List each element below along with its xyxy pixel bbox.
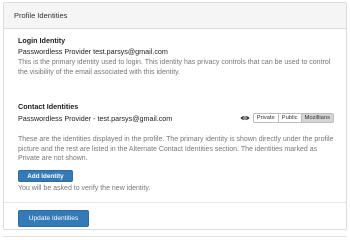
contact-identity-value: Passwordless Provider - test.parsys@gmai…: [18, 113, 173, 123]
footer-divider: [4, 202, 346, 203]
login-identity-title: Login Identity: [18, 36, 66, 45]
privacy-option-public[interactable]: Public: [278, 114, 302, 122]
update-identities-button[interactable]: Update Identities: [18, 210, 89, 227]
profile-identities-panel: Profile Identities Login Identity Passwo…: [3, 2, 347, 230]
login-identity-description: This is the primary identity used to log…: [18, 59, 331, 76]
page-divider: [3, 236, 347, 237]
contact-description-block: These are the identities displayed in th…: [18, 135, 334, 164]
privacy-selector: Private Public Mozillians: [240, 113, 334, 123]
privacy-option-mozillians[interactable]: Mozillians: [301, 114, 333, 122]
panel-title: Profile Identities: [14, 11, 68, 20]
add-identity-button[interactable]: Add Identity: [18, 170, 73, 182]
eye-icon: [240, 115, 250, 121]
privacy-option-private[interactable]: Private: [253, 114, 279, 122]
panel-header: Profile Identities: [4, 3, 346, 29]
contact-identities-description: These are the identities displayed in th…: [18, 136, 334, 162]
contact-identities-section: Contact Identities Passwordless Provider…: [18, 102, 334, 123]
contact-identities-title: Contact Identities: [18, 102, 79, 111]
login-identity-section: Login Identity Passwordless Provider tes…: [18, 36, 334, 77]
verify-note: You will be asked to verify the new iden…: [18, 185, 151, 192]
login-identity-value: Passwordless Provider test.parsys@gmail.…: [18, 47, 168, 56]
privacy-options: Private Public Mozillians: [252, 113, 334, 123]
